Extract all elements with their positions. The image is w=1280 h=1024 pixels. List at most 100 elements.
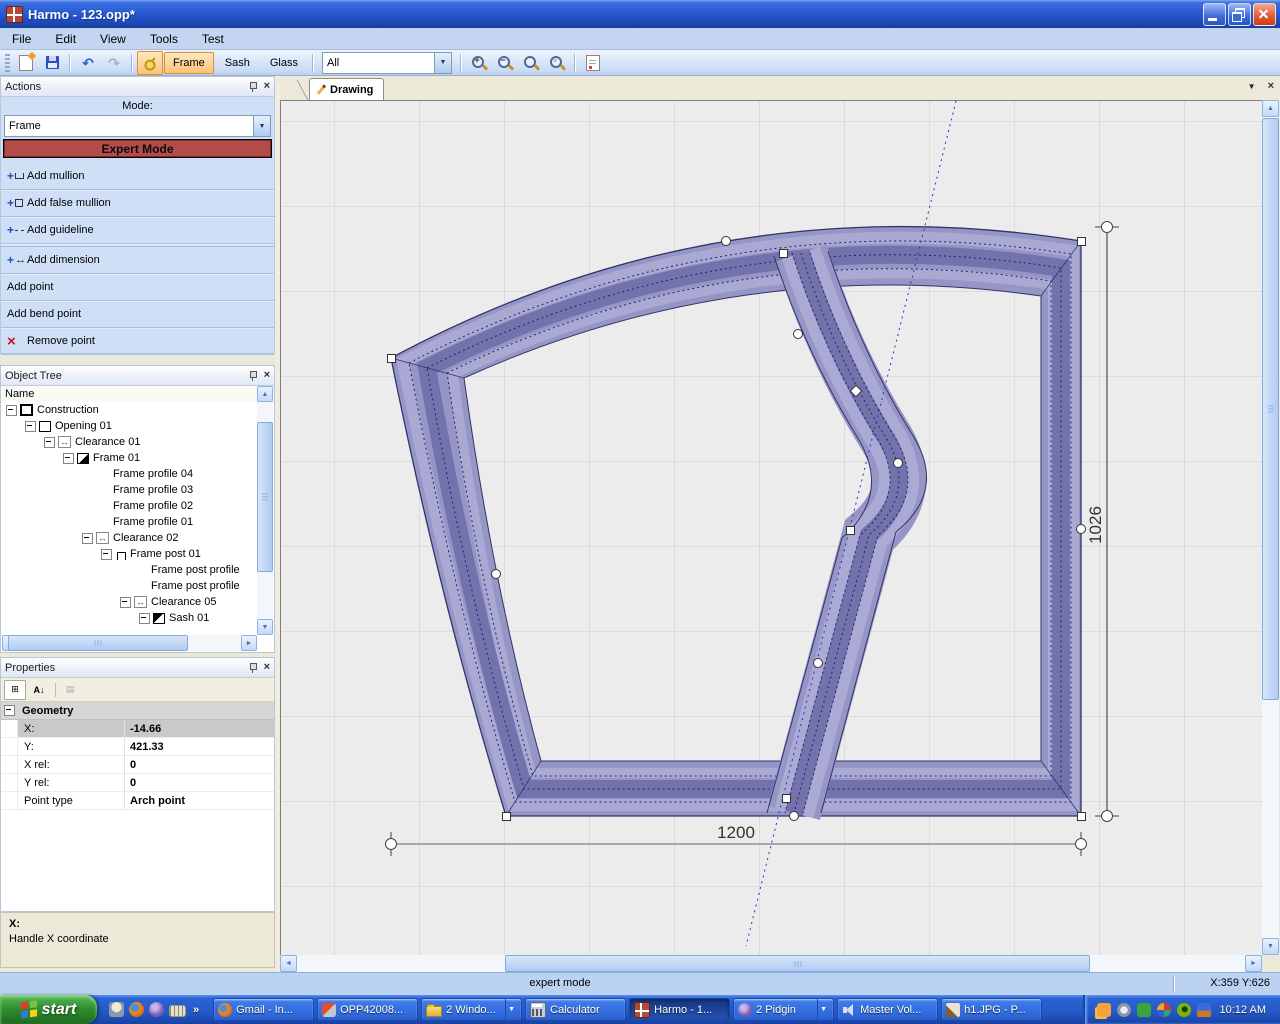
volume-tray-icon[interactable] [1117,1003,1131,1017]
keyboard-icon[interactable] [169,1005,186,1017]
zoom-fit-button[interactable] [518,51,544,75]
property-value[interactable]: 0 [124,756,274,773]
scroll-down-icon[interactable]: ▼ [257,619,273,635]
key-toggle-button[interactable] [137,51,163,75]
restore-button[interactable] [1228,3,1251,26]
categorized-view-button[interactable]: ⊞ [4,680,26,700]
tree-node-frame-profile-02-6[interactable]: Frame profile 02 [2,498,257,514]
property-row-x-rel[interactable]: X rel:0 [1,756,274,774]
tree-node-frame-post-profile-11[interactable]: Frame post profile [2,578,257,594]
property-value[interactable]: 0 [124,774,274,791]
pin-icon[interactable] [248,662,258,673]
tree-expander-icon[interactable] [139,613,150,624]
tree-node-frame-profile-01-7[interactable]: Frame profile 01 [2,514,257,530]
action-item-add-bend-point[interactable]: Add bend point [1,301,274,328]
task-dropdown-button[interactable]: ▼ [817,999,829,1020]
scroll-left-icon[interactable]: ◄ [280,955,297,972]
tree-expander-icon[interactable] [44,437,55,448]
tree-vertical-scrollbar[interactable]: ▲ ▼ [257,386,273,635]
tree-expander-icon[interactable] [6,405,17,416]
tree-node-clearance-02-8[interactable]: Clearance 02 [2,530,257,546]
menu-view[interactable]: View [88,29,138,49]
object-tree-header[interactable]: Object Tree × [1,366,274,386]
width-dimension[interactable]: 1200 [391,823,1081,844]
actions-panel-header[interactable]: Actions × [1,77,274,97]
property-value[interactable]: -14.66 [124,720,274,737]
tree-node-clearance-05-12[interactable]: Clearance 05 [2,594,257,610]
tree-horizontal-scrollbar[interactable]: ◄ ► [2,635,257,651]
tab-drawing[interactable]: Drawing [309,78,384,100]
toolbar-grip[interactable] [5,54,10,72]
action-item-add-dimension[interactable]: Add dimension [1,246,274,274]
scroll-down-icon[interactable]: ▼ [1262,938,1279,955]
scrollbar-thumb[interactable] [8,635,188,651]
property-row-x[interactable]: X:-14.66 [1,720,274,738]
overflow-chevron-icon[interactable]: » [193,1004,199,1016]
mode-dropdown-button[interactable]: ▼ [253,116,270,136]
mode-combobox[interactable]: Frame ▼ [4,115,271,137]
expert-mode-button[interactable]: Expert Mode [3,139,272,158]
sash-toggle-button[interactable]: Sash [216,52,259,74]
alphabetical-sort-button[interactable]: A↓ [28,680,50,700]
property-row-y-rel[interactable]: Y rel:0 [1,774,274,792]
canvas-horizontal-scrollbar[interactable]: ◄ ► [280,955,1262,972]
task-button-gmail-in[interactable]: Gmail - In... [213,998,314,1021]
zoom-region-button[interactable]: ▫ [544,51,570,75]
scheduler-tray-icon[interactable] [1197,1003,1211,1017]
task-button-opp42008[interactable]: OPP42008... [317,998,418,1021]
property-value[interactable]: 421.33 [124,738,274,755]
height-dimension[interactable]: 1026 [1086,227,1107,816]
tree-column-header[interactable]: Name [1,386,274,403]
collapse-icon[interactable] [4,705,15,716]
scrollbar-thumb[interactable] [1262,118,1279,700]
report-button[interactable] [580,51,606,75]
canvas-vertical-scrollbar[interactable]: ▲ ▼ [1262,100,1279,955]
tree-node-opening-01-1[interactable]: Opening 01 [2,418,257,434]
scroll-right-icon[interactable]: ► [241,635,257,651]
menu-tools[interactable]: Tools [138,29,190,49]
scroll-up-icon[interactable]: ▲ [1262,100,1279,117]
filter-combobox[interactable]: All ▼ [322,52,452,74]
glass-toggle-button[interactable]: Glass [261,52,307,74]
task-button-h1-jpg-p[interactable]: h1.JPG - P... [941,998,1042,1021]
tab-list-dropdown-icon[interactable]: ▼ [1248,83,1256,91]
updates-tray-icon[interactable] [1137,1003,1151,1017]
action-item-add-mullion[interactable]: Add mullion [1,163,274,190]
messenger-tray-icon[interactable] [1097,1003,1111,1017]
close-button[interactable] [1253,3,1276,26]
task-dropdown-button[interactable]: ▼ [505,999,517,1020]
menu-test[interactable]: Test [190,29,236,49]
zoom-in-button[interactable]: + [466,51,492,75]
tree-expander-icon[interactable] [120,597,131,608]
firefox-icon[interactable] [129,1002,144,1017]
tree-node-frame-post-01-9[interactable]: Frame post 01 [2,546,257,562]
pin-icon[interactable] [248,81,258,92]
redo-button[interactable]: ↷ [101,51,127,75]
drawing-canvas[interactable]: 1200 1026 [280,100,1262,955]
scroll-right-icon[interactable]: ► [1245,955,1262,972]
close-tab-icon[interactable]: × [1268,81,1274,92]
pin-icon[interactable] [248,370,258,381]
property-row-y[interactable]: Y:421.33 [1,738,274,756]
nvidia-tray-icon[interactable] [1177,1003,1191,1017]
scrollbar-thumb[interactable] [257,422,273,572]
task-button-calculator[interactable]: Calculator [525,998,626,1021]
filter-dropdown-button[interactable]: ▼ [434,53,451,73]
tree-expander-icon[interactable] [25,421,36,432]
tree-node-frame-profile-04-4[interactable]: Frame profile 04 [2,466,257,482]
task-button-2-pidgin[interactable]: 2 Pidgin▼ [733,998,834,1021]
zoom-out-button[interactable]: − [492,51,518,75]
tree-node-frame-01-3[interactable]: Frame 01 [2,450,257,466]
undo-button[interactable]: ↶ [75,51,101,75]
start-button[interactable]: start [0,995,97,1024]
action-item-add-guideline[interactable]: Add guideline [1,217,274,244]
close-icon[interactable]: × [264,662,270,673]
title-bar[interactable]: Harmo - 123.opp* [0,0,1280,28]
pidgin-icon[interactable] [149,1002,164,1017]
properties-header[interactable]: Properties × [1,658,274,678]
task-button-master-vol[interactable]: Master Vol... [837,998,938,1021]
tree-expander-icon[interactable] [101,549,112,560]
agent-icon[interactable] [109,1002,124,1017]
scrollbar-thumb[interactable] [505,955,1090,972]
tree-node-frame-profile-03-5[interactable]: Frame profile 03 [2,482,257,498]
